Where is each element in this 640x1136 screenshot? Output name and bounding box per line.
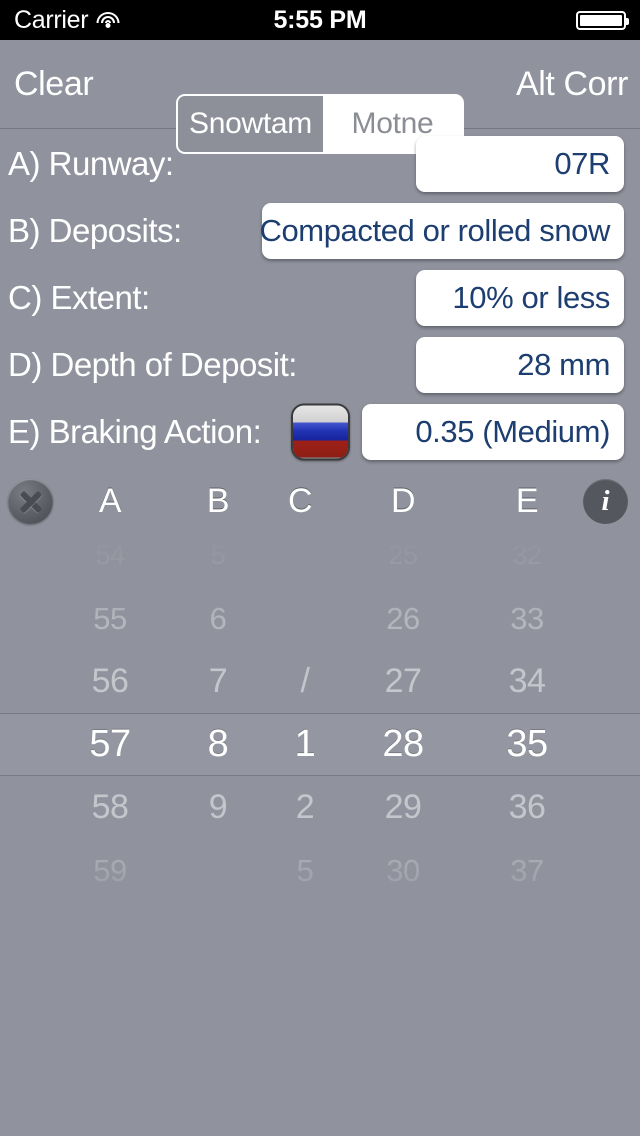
form-row-runway: A) Runway: 07R — [0, 130, 640, 197]
value-picker[interactable]: 535455565758596061456789/125924252627282… — [0, 529, 640, 925]
app-screen: Carrier 5:55 PM Clear Snowtam Motne Alt … — [0, 0, 640, 1136]
form-row-extent: C) Extent: 10% or less — [0, 264, 640, 331]
info-circle-icon[interactable]: i — [583, 479, 628, 524]
picker-value[interactable]: 34 — [452, 650, 602, 713]
form-row-depth: D) Depth of Deposit: 28 mm — [0, 331, 640, 398]
status-bar-time: 5:55 PM — [273, 5, 367, 34]
picker-selected-value[interactable]: 35 — [452, 713, 602, 776]
picker-column-header-b: B — [206, 481, 230, 520]
form-row-deposits: B) Deposits: Compacted or rolled snow — [0, 197, 640, 264]
picker-wheel-e[interactable]: 313233343536373839 — [452, 529, 602, 925]
picker-column-header-e: E — [515, 481, 539, 520]
label-deposits: B) Deposits: — [8, 211, 182, 249]
label-extent: C) Extent: — [8, 278, 150, 316]
close-circle-icon[interactable] — [8, 479, 53, 524]
label-runway: A) Runway: — [8, 144, 174, 182]
field-depth[interactable]: 28 mm — [416, 336, 624, 393]
picker-value[interactable]: 33 — [452, 587, 602, 650]
snowtam-form: A) Runway: 07R B) Deposits: Compacted or… — [0, 130, 640, 465]
picker-value[interactable]: 36 — [452, 776, 602, 839]
picker-column-header-d: D — [390, 481, 416, 520]
label-braking-action: E) Braking Action: — [8, 412, 262, 450]
picker-column-header-a: A — [98, 481, 122, 520]
status-bar: Carrier 5:55 PM — [0, 0, 640, 40]
field-runway[interactable]: 07R — [416, 135, 624, 192]
picker-value[interactable]: 32 — [452, 529, 602, 587]
alt-corr-button[interactable]: Alt Corr — [516, 40, 628, 129]
battery-icon — [576, 11, 629, 30]
picker-column-header-c: C — [287, 481, 313, 520]
field-deposits[interactable]: Compacted or rolled snow — [259, 202, 624, 259]
label-depth: D) Depth of Deposit: — [8, 345, 297, 383]
clear-button[interactable]: Clear — [14, 40, 94, 129]
picker-toolbar: A B C D E i — [0, 473, 640, 529]
russia-flag-icon[interactable] — [291, 403, 350, 460]
field-braking-action[interactable]: 0.35 (Medium) — [362, 403, 624, 460]
form-row-braking-action: E) Braking Action: 0.35 (Medium) — [0, 398, 640, 465]
picker-value[interactable]: 37 — [452, 839, 602, 902]
field-extent[interactable]: 10% or less — [416, 269, 624, 326]
navigation-bar: Clear Snowtam Motne Alt Corr — [0, 40, 640, 154]
picker-value[interactable]: 38 — [452, 902, 602, 925]
